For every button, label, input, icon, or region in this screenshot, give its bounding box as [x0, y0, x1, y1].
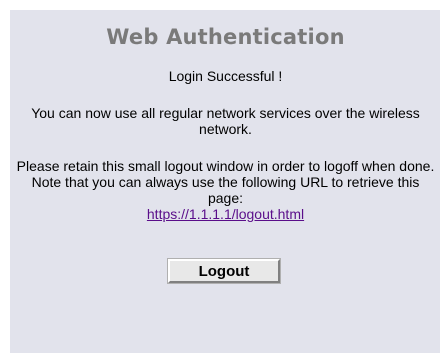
page-title: Web Authentication	[106, 25, 345, 49]
services-message: You can now use all regular network serv…	[31, 105, 420, 137]
auth-panel: Web Authentication Login Successful ! Yo…	[10, 10, 440, 353]
retain-message-block: Please retain this small logout window i…	[10, 158, 440, 222]
retain-message: Please retain this small logout window i…	[16, 158, 435, 206]
logout-button[interactable]: Logout	[167, 258, 281, 284]
logout-url-link[interactable]: https://1.1.1.1/logout.html	[147, 206, 304, 222]
success-message: Login Successful !	[168, 68, 283, 84]
